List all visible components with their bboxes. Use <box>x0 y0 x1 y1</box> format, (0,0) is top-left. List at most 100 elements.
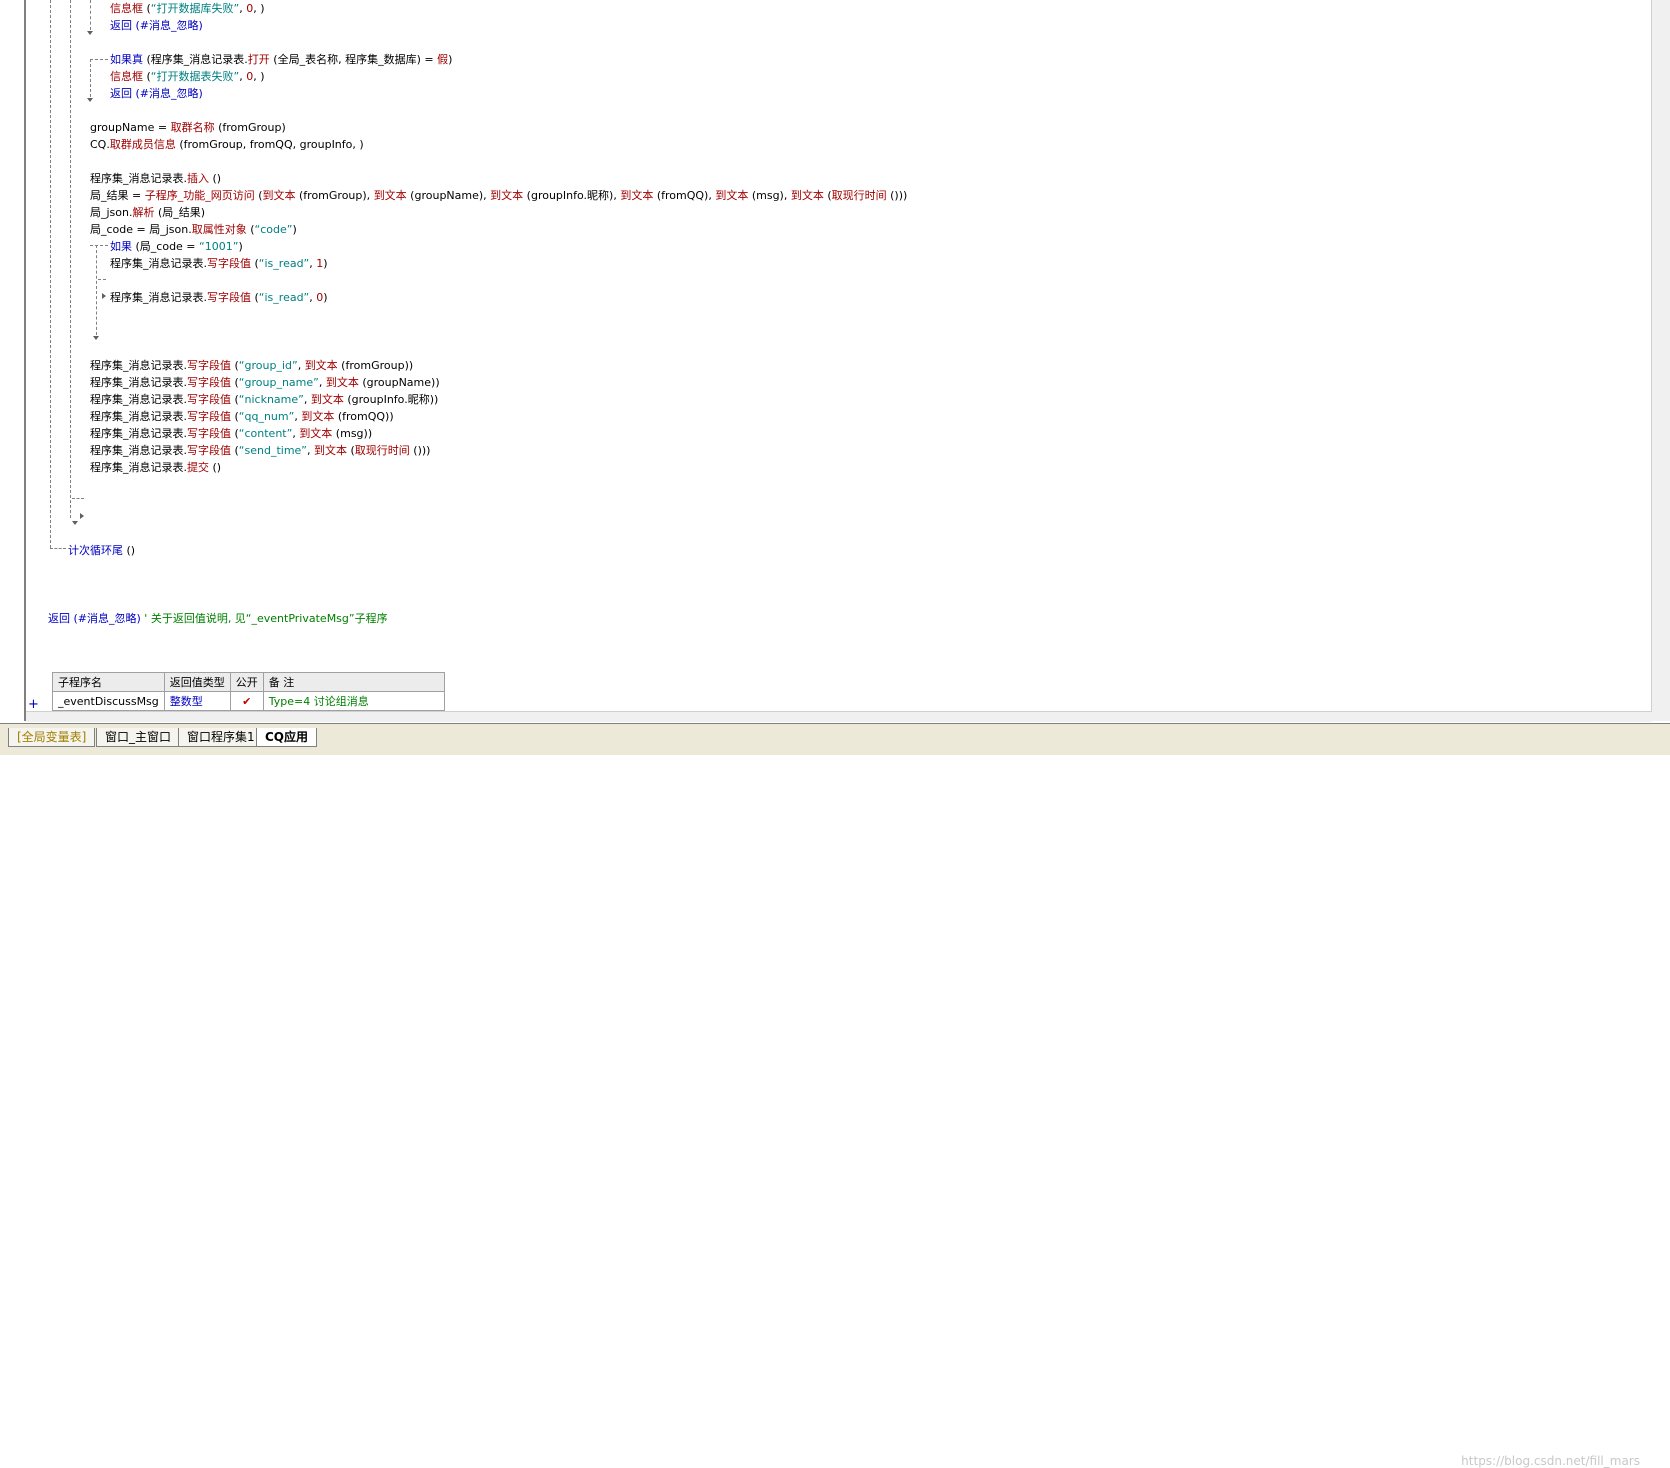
loop-guide-end <box>50 548 66 549</box>
code-line[interactable]: 返回 (#消息_忽略) <box>110 85 203 102</box>
if-guide-2-start <box>90 59 108 60</box>
code-token: 到文本 <box>715 189 749 202</box>
code-line[interactable]: 如果 (局_code = “1001”) <box>110 238 243 255</box>
subroutine-name[interactable]: _eventDiscussMsg <box>52 691 165 711</box>
code-token: ) <box>323 257 328 270</box>
code-token: 如果 <box>110 240 132 253</box>
code-line[interactable]: 程序集_消息记录表.插入 () <box>90 170 221 187</box>
code-token: ' 关于返回值说明, 见“_eventPrivateMsg”子程序 <box>144 612 388 625</box>
code-line[interactable]: 程序集_消息记录表.提交 () <box>90 459 221 476</box>
subroutine-return-type[interactable]: 整数型 <box>163 691 231 711</box>
col-header-return: 返回值类型 <box>163 672 231 692</box>
code-line[interactable]: 程序集_消息记录表.写字段值 (“is_read”, 0) <box>110 289 328 306</box>
code-token: 到文本 <box>299 427 333 440</box>
code-token: () <box>209 461 222 474</box>
code-token: (msg), <box>748 189 791 202</box>
code-token: (fromGroup) <box>214 121 286 134</box>
code-token: 插入 <box>187 172 209 185</box>
code-token: “打开数据库失败” <box>150 2 240 15</box>
expand-icon[interactable]: + <box>28 697 39 712</box>
loop-guide <box>50 0 51 548</box>
code-line[interactable]: CQ.取群成员信息 (fromGroup, fromQQ, groupInfo,… <box>90 136 364 153</box>
code-token: “content” <box>238 427 293 440</box>
if-guide-1 <box>90 0 91 30</box>
code-token: 程序集_消息记录表. <box>90 461 187 474</box>
code-line[interactable]: groupName = 取群名称 (fromGroup) <box>90 119 286 136</box>
code-token: 到文本 <box>304 359 338 372</box>
code-token: 程序集_消息记录表. <box>90 393 187 406</box>
code-line[interactable]: 程序集_消息记录表.写字段值 (“group_id”, 到文本 (fromGro… <box>90 357 413 374</box>
code-token: 如果真 <box>110 53 143 66</box>
else-guide <box>98 279 106 280</box>
code-line[interactable]: 程序集_消息记录表.写字段值 (“nickname”, 到文本 (groupIn… <box>90 391 438 408</box>
code-line[interactable]: 程序集_消息记录表.写字段值 (“is_read”, 1) <box>110 255 328 272</box>
horizontal-scrollbar[interactable] <box>26 711 1652 722</box>
code-token: 到文本 <box>314 444 347 457</box>
code-token: ( <box>231 376 239 389</box>
code-token: , ) <box>253 2 265 15</box>
code-line[interactable]: 返回 (#消息_忽略) ' 关于返回值说明, 见“_eventPrivateMs… <box>48 610 388 627</box>
code-token: ( <box>143 70 151 83</box>
code-token: 程序集_消息记录表. <box>110 257 207 270</box>
code-token: ( <box>823 189 832 202</box>
code-token: “is_read” <box>258 291 310 304</box>
code-line[interactable]: 程序集_消息记录表.写字段值 (“send_time”, 到文本 (取现行时间 … <box>90 442 430 459</box>
code-token: 程序集_消息记录表. <box>90 172 187 185</box>
subroutine-public-check[interactable]: ✔ <box>229 691 264 711</box>
code-line[interactable]: 返回 (#消息_忽略) <box>110 17 203 34</box>
tab-window-assembly[interactable]: 窗口程序集1 <box>178 728 264 747</box>
code-line[interactable]: 局_code = 局_json.取属性对象 (“code”) <box>90 221 297 238</box>
code-token: ( <box>251 257 259 270</box>
block-end-arrow <box>80 513 84 519</box>
code-token: 信息框 <box>110 2 143 15</box>
code-token: , <box>303 393 311 406</box>
code-token: ())) <box>886 189 908 202</box>
vertical-scrollbar[interactable] <box>1651 0 1670 721</box>
code-token: 返回 <box>110 87 132 100</box>
code-token: (#消息_忽略) <box>70 612 145 625</box>
code-token: ( <box>347 444 355 457</box>
code-token: 计次循环尾 <box>68 544 123 557</box>
code-line[interactable]: 程序集_消息记录表.写字段值 (“qq_num”, 到文本 (fromQQ)) <box>90 408 394 425</box>
tab-global-vars[interactable]: [全局变量表] <box>8 728 96 747</box>
code-token: , ) <box>253 70 265 83</box>
code-token: 解析 <box>132 206 155 219</box>
code-token: (fromQQ), <box>653 189 716 202</box>
code-token: ( <box>231 359 239 372</box>
code-line[interactable]: 程序集_消息记录表.写字段值 (“group_name”, 到文本 (group… <box>90 374 440 391</box>
code-token: 程序集_消息记录表. <box>90 444 187 457</box>
code-token: 局_code = 局_json. <box>90 223 192 236</box>
code-token: “send_time” <box>238 444 307 457</box>
code-line[interactable]: 信息框 (“打开数据表失败”, 0, ) <box>110 68 265 85</box>
subroutine-note[interactable]: Type=4 讨论组消息 <box>262 691 445 711</box>
code-token: (fromGroup)) <box>337 359 414 372</box>
code-line[interactable]: 程序集_消息记录表.写字段值 (“content”, 到文本 (msg)) <box>90 425 372 442</box>
loop-end-arrow <box>72 521 78 525</box>
subroutine-table: 子程序名 返回值类型 公开 备 注 _eventDiscussMsg 整数型 ✔… <box>52 672 445 711</box>
code-token: (groupName)) <box>358 376 440 389</box>
code-line[interactable]: 局_json.解析 (局_结果) <box>90 204 205 221</box>
code-token: “group_name” <box>238 376 319 389</box>
code-token: 子程序_功能_网页访问 <box>144 189 255 202</box>
code-token: 写字段值 <box>207 257 251 270</box>
code-token: ( <box>231 410 239 423</box>
else-arrow <box>102 293 106 299</box>
col-header-public: 公开 <box>229 672 264 692</box>
code-token: 写字段值 <box>207 291 251 304</box>
code-line[interactable]: 局_结果 = 子程序_功能_网页访问 (到文本 (fromGroup), 到文本… <box>90 187 907 204</box>
code-line[interactable]: 计次循环尾 () <box>68 542 135 559</box>
code-token: 到文本 <box>620 189 654 202</box>
block-end-guide <box>72 498 84 499</box>
col-header-note: 备 注 <box>262 672 445 692</box>
tab-cq-app[interactable]: CQ应用 <box>256 728 318 747</box>
code-line[interactable]: 如果真 (程序集_消息记录表.打开 (全局_表名称, 程序集_数据库) = 假) <box>110 51 452 68</box>
code-token: 提交 <box>187 461 209 474</box>
code-token: 到文本 <box>490 189 524 202</box>
code-editor[interactable]: 信息框 (“打开数据库失败”, 0, ) 返回 (#消息_忽略) 如果真 (程序集_… <box>26 0 1650 721</box>
code-line[interactable]: 信息框 (“打开数据库失败”, 0, ) <box>110 0 265 17</box>
code-token: 打开 <box>247 53 270 66</box>
code-token: (程序集_消息记录表. <box>143 53 248 66</box>
tab-main-window[interactable]: 窗口_主窗口 <box>96 728 181 747</box>
code-token: 程序集_消息记录表. <box>90 410 187 423</box>
code-token: 返回 <box>48 612 70 625</box>
